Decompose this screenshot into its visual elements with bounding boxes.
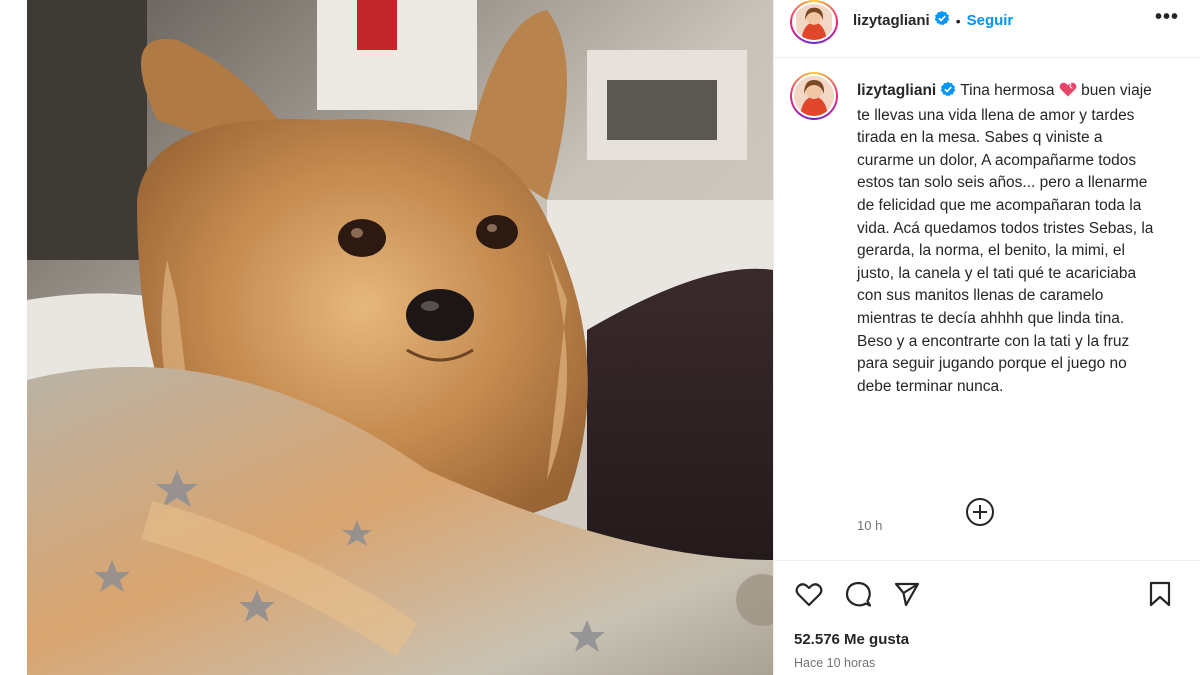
post-header: lizytagliani • Seguir ••• [774,0,1200,58]
post-photo-image [27,0,773,675]
verified-badge-icon [940,81,956,105]
left-margin [0,0,27,675]
avatar-image [794,76,834,116]
header-username[interactable]: lizytagliani [853,12,930,29]
caption-username[interactable]: lizytagliani [857,82,936,99]
heart-icon[interactable] [794,579,824,609]
heart-emoji [1059,82,1077,99]
verified-badge-icon [934,10,950,31]
post-side-panel: lizytagliani • Seguir ••• lizytagliani T… [773,0,1200,675]
caption-avatar[interactable] [790,72,838,120]
caption-text: lizytagliani Tina hermosa buen viaje te … [857,80,1157,398]
likes-count[interactable]: 52.576 Me gusta [794,631,909,648]
send-icon[interactable] [892,579,922,609]
post-photo[interactable] [27,0,773,675]
header-avatar[interactable] [790,0,838,44]
post-date[interactable]: Hace 10 horas [794,656,875,670]
caption-timestamp[interactable]: 10 h [857,518,882,533]
caption-body-start: Tina hermosa [960,82,1055,99]
bookmark-icon[interactable] [1145,579,1175,609]
avatar-image [796,4,832,40]
header-separator: • [955,12,961,29]
action-bar: 52.576 Me gusta Hace 10 horas [774,560,1200,675]
comment-icon[interactable] [843,579,873,609]
add-comment-icon[interactable] [964,496,996,528]
header-username-row: lizytagliani • Seguir [853,10,1013,31]
more-options-icon[interactable]: ••• [1155,6,1179,29]
follow-button[interactable]: Seguir [967,12,1014,29]
caption-body: buen viaje te llevas una vida llena de a… [857,82,1154,395]
